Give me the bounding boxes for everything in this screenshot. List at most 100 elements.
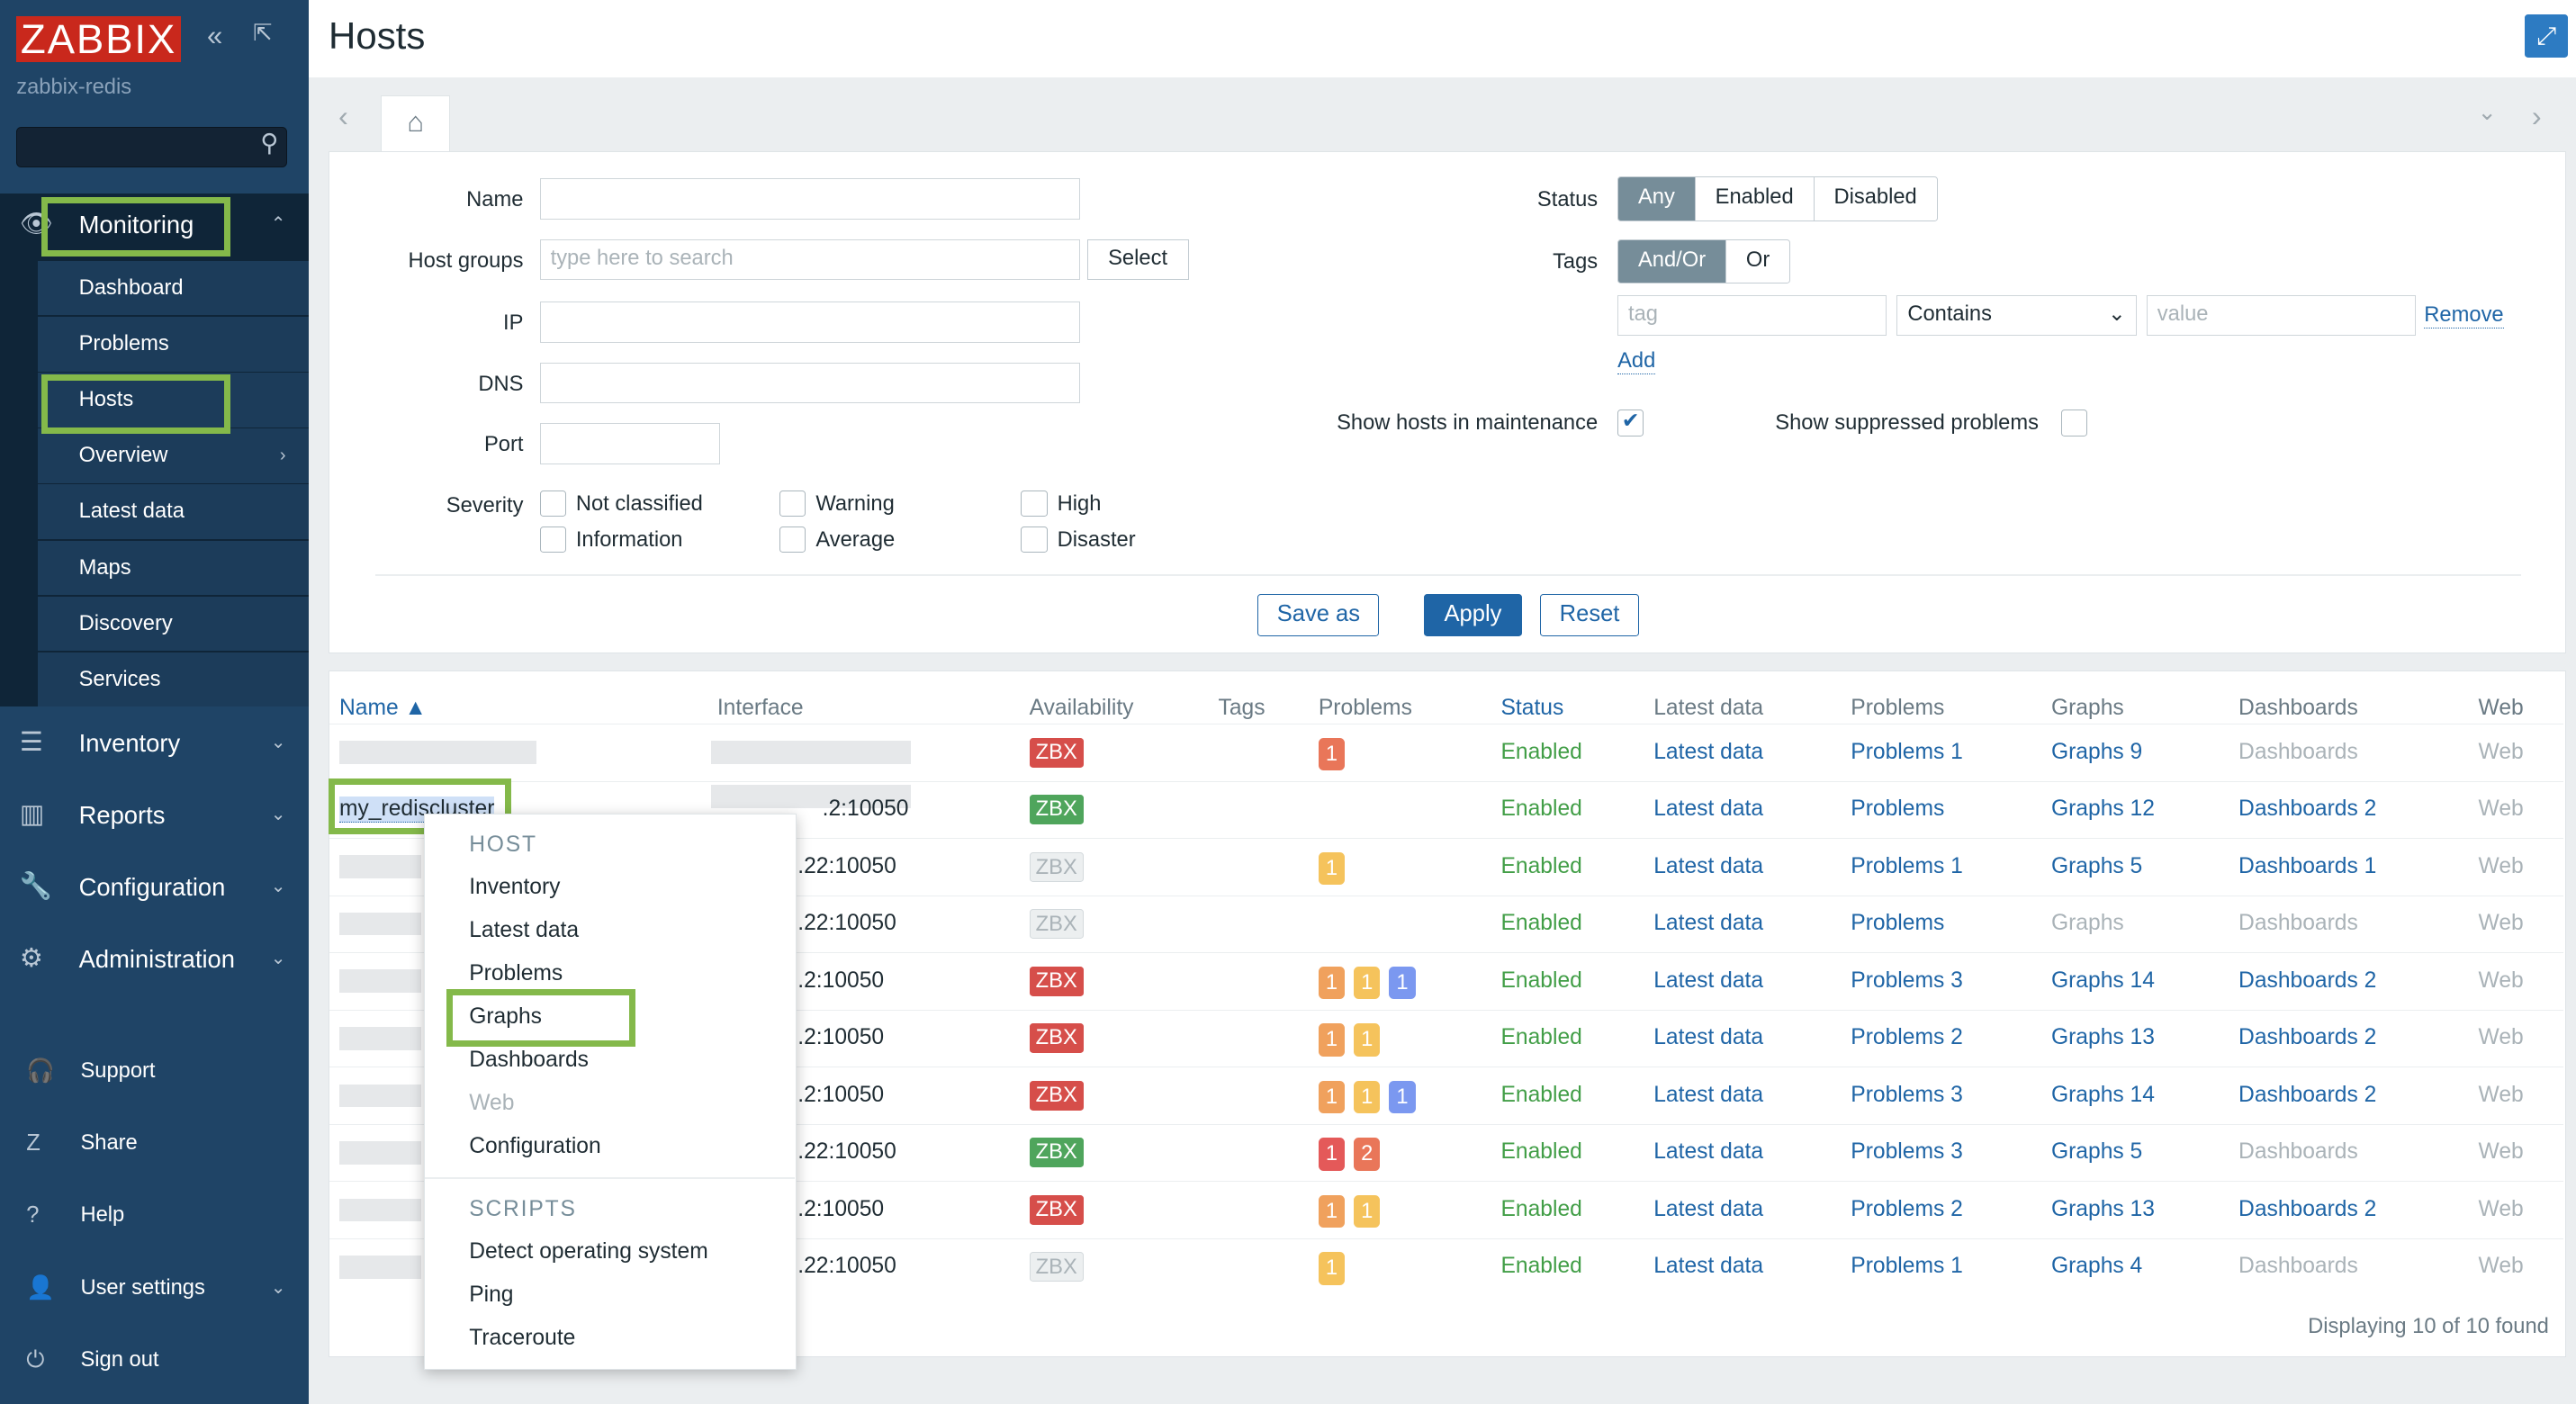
fullscreen-button[interactable]: ⤢ bbox=[2525, 14, 2568, 58]
severity-warning-checkbox[interactable] bbox=[779, 490, 806, 518]
problem-count-badge[interactable]: 1 bbox=[1318, 1023, 1346, 1057]
problem-count-badge[interactable]: 1 bbox=[1354, 1023, 1381, 1057]
search-icon[interactable]: ⚲ bbox=[260, 129, 278, 158]
select-button[interactable]: Select bbox=[1086, 238, 1189, 281]
problem-count-badge[interactable]: 1 bbox=[1354, 1194, 1381, 1228]
sidebar-item-maps[interactable]: Maps bbox=[37, 540, 310, 595]
reset-button[interactable]: Reset bbox=[1540, 593, 1639, 637]
severity-not-classified-checkbox[interactable] bbox=[539, 490, 566, 518]
sidebar-item-reports[interactable]: ▥ Reports ⌄ bbox=[0, 782, 309, 848]
sidebar-item-share[interactable]: Z Share bbox=[0, 1111, 309, 1176]
status-enabled-link[interactable]: Enabled bbox=[1500, 1254, 1581, 1279]
status-any-button[interactable]: Any bbox=[1618, 177, 1696, 220]
problem-count-badge[interactable]: 1 bbox=[1318, 1138, 1346, 1171]
sidebar-item-discovery[interactable]: Discovery bbox=[37, 596, 310, 651]
dashboards-link[interactable]: Dashboards 2 bbox=[2238, 796, 2376, 822]
operator-select[interactable]: Contains ⌄ bbox=[1896, 294, 2137, 337]
graphs-link[interactable]: Graphs 4 bbox=[2051, 1254, 2142, 1279]
tags-or-button[interactable]: Or bbox=[1726, 240, 1789, 283]
problems-link[interactable]: Problems 3 bbox=[1851, 1139, 1963, 1165]
sidebar-item-overview[interactable]: Overview › bbox=[37, 428, 310, 483]
status-enabled-link[interactable]: Enabled bbox=[1500, 1139, 1581, 1165]
script-traceroute[interactable]: Traceroute bbox=[469, 1326, 575, 1351]
dns-input[interactable] bbox=[539, 362, 1081, 404]
value-input[interactable]: value bbox=[2146, 294, 2417, 337]
problems-link[interactable]: Problems 2 bbox=[1851, 1025, 1963, 1050]
sidebar-item-user-settings[interactable]: 👤 User settings ⌄ bbox=[0, 1256, 309, 1321]
latest-data-link[interactable]: Latest data bbox=[1653, 1139, 1763, 1165]
apply-button[interactable]: Apply bbox=[1423, 593, 1523, 637]
latest-data-link[interactable]: Latest data bbox=[1653, 854, 1763, 879]
problems-link[interactable]: Problems 3 bbox=[1851, 1083, 1963, 1108]
maintenance-checkbox[interactable]: ✔ bbox=[1617, 410, 1644, 436]
sidebar-item-problems[interactable]: Problems bbox=[37, 317, 310, 372]
latest-data-link[interactable]: Latest data bbox=[1653, 740, 1763, 765]
menu-item-inventory[interactable]: Inventory bbox=[469, 875, 560, 900]
column-header-status[interactable]: Status bbox=[1500, 696, 1563, 721]
status-enabled-link[interactable]: Enabled bbox=[1500, 740, 1581, 765]
problem-count-badge[interactable]: 1 bbox=[1318, 851, 1346, 886]
host-groups-input[interactable]: type here to search bbox=[539, 238, 1081, 281]
graphs-link[interactable]: Graphs 14 bbox=[2051, 968, 2155, 994]
dashboards-link[interactable]: Dashboards 2 bbox=[2238, 1197, 2376, 1222]
graphs-link[interactable]: Graphs 5 bbox=[2051, 1139, 2142, 1165]
problems-link[interactable]: Problems 1 bbox=[1851, 854, 1963, 879]
problems-link[interactable]: Problems bbox=[1851, 796, 1944, 822]
dashboards-link[interactable]: Dashboards 2 bbox=[2238, 1083, 2376, 1108]
port-input[interactable] bbox=[539, 423, 721, 464]
tab-prev-icon[interactable]: ‹ bbox=[338, 99, 348, 133]
sidebar-item-inventory[interactable]: ☰ Inventory ⌄ bbox=[0, 710, 309, 776]
problem-count-badge[interactable]: 1 bbox=[1318, 1194, 1346, 1228]
host-name-link[interactable] bbox=[338, 741, 537, 764]
kiosk-mode-icon[interactable]: ⇱ bbox=[253, 20, 272, 47]
problem-count-badge[interactable]: 1 bbox=[1354, 966, 1381, 1000]
ip-input[interactable] bbox=[539, 302, 1081, 343]
status-enabled-link[interactable]: Enabled bbox=[1500, 1083, 1581, 1108]
dashboards-link[interactable]: Dashboards 2 bbox=[2238, 1025, 2376, 1050]
status-enabled-link[interactable]: Enabled bbox=[1500, 1197, 1581, 1222]
status-disabled-button[interactable]: Disabled bbox=[1815, 177, 1937, 220]
problem-count-badge[interactable]: 1 bbox=[1354, 1080, 1381, 1114]
menu-item-dashboards[interactable]: Dashboards bbox=[469, 1048, 589, 1073]
problem-count-badge[interactable]: 1 bbox=[1389, 966, 1416, 1000]
problem-count-badge[interactable]: 1 bbox=[1318, 1080, 1346, 1114]
menu-item-configuration[interactable]: Configuration bbox=[469, 1134, 600, 1159]
sidebar-item-latest-data[interactable]: Latest data bbox=[37, 484, 310, 539]
status-enabled-link[interactable]: Enabled bbox=[1500, 968, 1581, 994]
problems-link[interactable]: Problems 2 bbox=[1851, 1197, 1963, 1222]
graphs-link[interactable]: Graphs 13 bbox=[2051, 1025, 2155, 1050]
host-name-link[interactable] bbox=[338, 1141, 422, 1165]
status-enabled-link[interactable]: Enabled bbox=[1500, 796, 1581, 822]
tab-next-icon[interactable]: › bbox=[2532, 99, 2542, 133]
latest-data-link[interactable]: Latest data bbox=[1653, 1083, 1763, 1108]
problem-count-badge[interactable]: 1 bbox=[1318, 737, 1346, 771]
sidebar-item-administration[interactable]: ⚙ Administration ⌄ bbox=[0, 926, 309, 992]
sidebar-search-input[interactable]: ⚲ bbox=[16, 126, 288, 168]
host-name-link[interactable] bbox=[338, 1026, 422, 1050]
tags-and-or-button[interactable]: And/Or bbox=[1618, 239, 1726, 283]
add-tag-link[interactable]: Add bbox=[1617, 349, 1656, 374]
sidebar-item-services[interactable]: Services bbox=[37, 652, 310, 706]
graphs-link[interactable]: Graphs 12 bbox=[2051, 796, 2155, 822]
graphs-link[interactable]: Graphs 14 bbox=[2051, 1083, 2155, 1108]
problem-count-badge[interactable]: 1 bbox=[1389, 1080, 1416, 1114]
status-enabled-button[interactable]: Enabled bbox=[1696, 177, 1815, 220]
severity-information-checkbox[interactable] bbox=[539, 526, 566, 554]
latest-data-link[interactable]: Latest data bbox=[1653, 796, 1763, 822]
name-input[interactable] bbox=[539, 178, 1081, 220]
host-name-link[interactable] bbox=[338, 1084, 422, 1108]
dashboards-link[interactable]: Dashboards 1 bbox=[2238, 854, 2376, 879]
menu-item-problems[interactable]: Problems bbox=[469, 961, 563, 986]
host-name-link[interactable] bbox=[338, 855, 422, 878]
problems-link[interactable]: Problems bbox=[1851, 911, 1944, 936]
problem-count-badge[interactable]: 1 bbox=[1318, 1252, 1346, 1285]
script-ping[interactable]: Ping bbox=[469, 1282, 513, 1308]
latest-data-link[interactable]: Latest data bbox=[1653, 1025, 1763, 1050]
severity-disaster-checkbox[interactable] bbox=[1021, 526, 1048, 554]
suppressed-checkbox[interactable] bbox=[2060, 410, 2088, 436]
zabbix-logo[interactable]: ZABBIX bbox=[16, 16, 181, 63]
sidebar-item-help[interactable]: ? Help bbox=[0, 1183, 309, 1248]
status-enabled-link[interactable]: Enabled bbox=[1500, 911, 1581, 936]
problems-link[interactable]: Problems 1 bbox=[1851, 740, 1963, 765]
sidebar-item-dashboard[interactable]: Dashboard bbox=[37, 261, 310, 316]
